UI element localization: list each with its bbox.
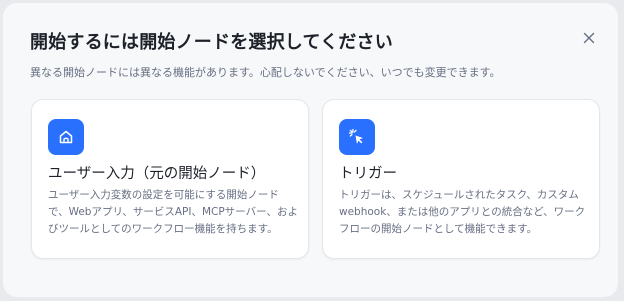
card-title: トリガー [339, 166, 397, 182]
user-input-start-card[interactable]: ユーザー入力（元の開始ノード） ユーザー入力変数の設定を可能にする開始ノードで、… [31, 99, 309, 259]
home-icon [48, 119, 84, 155]
dialog-title: 開始するには開始ノードを選択してください [30, 32, 393, 53]
dialog-subtitle: 異なる開始ノードには異なる機能があります。心配しないでください、いつでも変更でき… [30, 66, 501, 79]
start-node-dialog: 開始するには開始ノードを選択してください 異なる開始ノードには異なる機能がありま… [3, 3, 618, 297]
cursor-click-icon [339, 119, 375, 155]
close-icon [583, 32, 595, 44]
trigger-start-card[interactable]: トリガー トリガーは、スケジュールされたタスク、カスタムwebhook、または他… [322, 99, 600, 259]
close-button[interactable] [580, 29, 598, 47]
card-description: ユーザー入力変数の設定を可能にする開始ノードで、Webアプリ、サービスAPI、M… [48, 189, 298, 235]
card-title: ユーザー入力（元の開始ノード） [48, 166, 266, 182]
card-description: トリガーは、スケジュールされたタスク、カスタムwebhook、または他のアプリと… [339, 189, 586, 235]
